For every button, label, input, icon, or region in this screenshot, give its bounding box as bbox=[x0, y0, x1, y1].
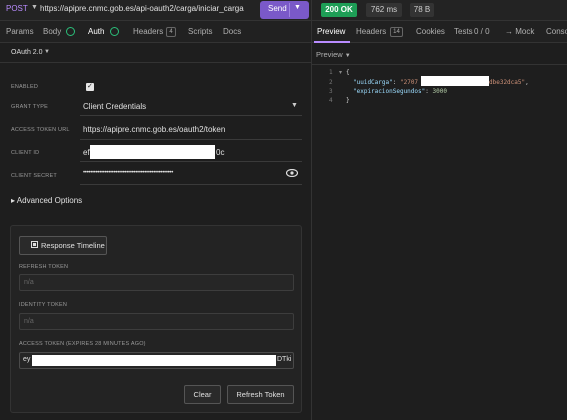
chevron-down-icon[interactable]: ▼ bbox=[31, 4, 38, 11]
access-token-label: ACCESS TOKEN (EXPIRES 28 MINUTES AGO) bbox=[19, 341, 146, 347]
body-indicator-icon bbox=[66, 27, 75, 36]
auth-indicator-icon bbox=[110, 27, 119, 36]
access-token-suffix: DTki bbox=[277, 356, 292, 363]
check-icon: ✓ bbox=[87, 83, 93, 90]
json-value: "2707 bbox=[399, 79, 419, 86]
client-id-label: CLIENT ID bbox=[11, 150, 40, 156]
headers-count-badge: 4 bbox=[166, 27, 176, 37]
json-open-brace: { bbox=[346, 69, 350, 76]
tab-body[interactable]: Body bbox=[43, 27, 61, 36]
chevron-down-icon[interactable]: ▼ bbox=[44, 49, 50, 55]
advanced-options-label: Advanced Options bbox=[16, 196, 83, 205]
clear-button[interactable]: Clear bbox=[184, 385, 221, 404]
identity-token-placeholder: n/a bbox=[24, 318, 34, 325]
grant-type-label: GRANT TYPE bbox=[11, 104, 48, 110]
line-number: 1 bbox=[329, 69, 333, 76]
advanced-options-toggle[interactable]: ▸ Advanced Options bbox=[11, 196, 82, 205]
client-id-redaction bbox=[90, 145, 215, 159]
grant-type-underline bbox=[80, 115, 302, 116]
method-select[interactable]: POST bbox=[6, 4, 28, 13]
response-headers-count-badge: 14 bbox=[390, 27, 403, 37]
size-badge: 78 B bbox=[410, 3, 434, 17]
tests-count: 0 / 0 bbox=[474, 27, 490, 36]
refresh-token-field[interactable] bbox=[19, 274, 294, 291]
refresh-token-label: REFRESH TOKEN bbox=[19, 264, 69, 270]
tab-response-headers[interactable]: Headers bbox=[356, 27, 386, 36]
auth-type-select[interactable]: OAuth 2.0 bbox=[11, 49, 43, 56]
time-badge: 762 ms bbox=[366, 3, 402, 17]
json-value: 3000 bbox=[432, 88, 447, 95]
preview-mode-select[interactable]: Preview ▼ bbox=[316, 50, 351, 59]
send-divider bbox=[289, 3, 290, 17]
url-input[interactable]: https://apipre.cnmc.gob.es/api-oauth2/ca… bbox=[40, 4, 255, 13]
send-options-chevron-icon[interactable]: ▼ bbox=[294, 4, 301, 11]
access-token-redaction bbox=[32, 355, 276, 366]
tab-cookies[interactable]: Cookies bbox=[416, 27, 445, 36]
json-key: "uuidCarga" bbox=[353, 79, 393, 86]
client-id-underline bbox=[80, 161, 302, 162]
client-secret-input[interactable]: ••••••••••••••••••••••••••••••••••••••••… bbox=[83, 170, 281, 176]
response-timeline-label[interactable]: Response Timeline bbox=[41, 241, 105, 250]
line-number: 2 bbox=[329, 79, 333, 86]
tab-tests[interactable]: Tests bbox=[454, 27, 473, 36]
preview-mode-label: Preview bbox=[316, 50, 343, 59]
client-id-suffix[interactable]: 0c bbox=[216, 148, 224, 157]
line-number: 3 bbox=[329, 88, 333, 95]
json-close-brace: } bbox=[346, 97, 350, 104]
access-token-prefix: ey bbox=[23, 356, 31, 363]
tab-params[interactable]: Params bbox=[6, 27, 34, 36]
chevron-right-icon: ▸ bbox=[11, 196, 16, 205]
tab-preview[interactable]: Preview bbox=[317, 27, 345, 36]
fold-icon[interactable]: ▾ bbox=[339, 69, 342, 76]
chevron-down-icon: ▼ bbox=[344, 53, 351, 59]
identity-token-field[interactable] bbox=[19, 313, 294, 330]
token-url-underline bbox=[80, 139, 302, 140]
uuid-redaction bbox=[421, 76, 489, 86]
status-badge: 200 OK bbox=[321, 3, 357, 17]
token-url-label: ACCESS TOKEN URL bbox=[11, 127, 70, 133]
json-value: dbe32dca5" bbox=[489, 79, 526, 86]
tab-docs[interactable]: Docs bbox=[223, 27, 241, 36]
eye-icon[interactable] bbox=[286, 169, 298, 177]
json-line-expiration: "expiracionSegundos": 3000 bbox=[353, 88, 447, 95]
chevron-down-icon[interactable]: ▼ bbox=[291, 102, 298, 109]
json-line-uuid: "uuidCarga": "2707 bbox=[353, 79, 419, 86]
refresh-token-button[interactable]: Refresh Token bbox=[227, 385, 294, 404]
token-url-input[interactable]: https://apipre.cnmc.gob.es/oauth2/token bbox=[83, 125, 225, 134]
client-id-prefix[interactable]: ef bbox=[83, 148, 90, 157]
send-button-label[interactable]: Send bbox=[268, 4, 287, 13]
identity-token-label: IDENTITY TOKEN bbox=[19, 302, 68, 308]
tab-headers[interactable]: Headers bbox=[133, 27, 163, 36]
json-line-uuid-end: dbe32dca5", bbox=[489, 79, 529, 86]
line-number: 4 bbox=[329, 97, 333, 104]
refresh-token-placeholder: n/a bbox=[24, 279, 34, 286]
client-secret-underline bbox=[80, 184, 302, 185]
timeline-icon bbox=[31, 241, 38, 248]
tab-auth[interactable]: Auth bbox=[88, 27, 104, 36]
json-key: "expiracionSegundos" bbox=[353, 88, 426, 95]
grant-type-select[interactable]: Client Credentials bbox=[83, 102, 146, 111]
tab-console[interactable]: Conso bbox=[546, 27, 567, 36]
enabled-label: ENABLED bbox=[11, 84, 39, 90]
client-secret-label: CLIENT SECRET bbox=[11, 173, 57, 179]
tab-scripts[interactable]: Scripts bbox=[188, 27, 212, 36]
tab-mock[interactable]: → Mock bbox=[505, 27, 534, 36]
